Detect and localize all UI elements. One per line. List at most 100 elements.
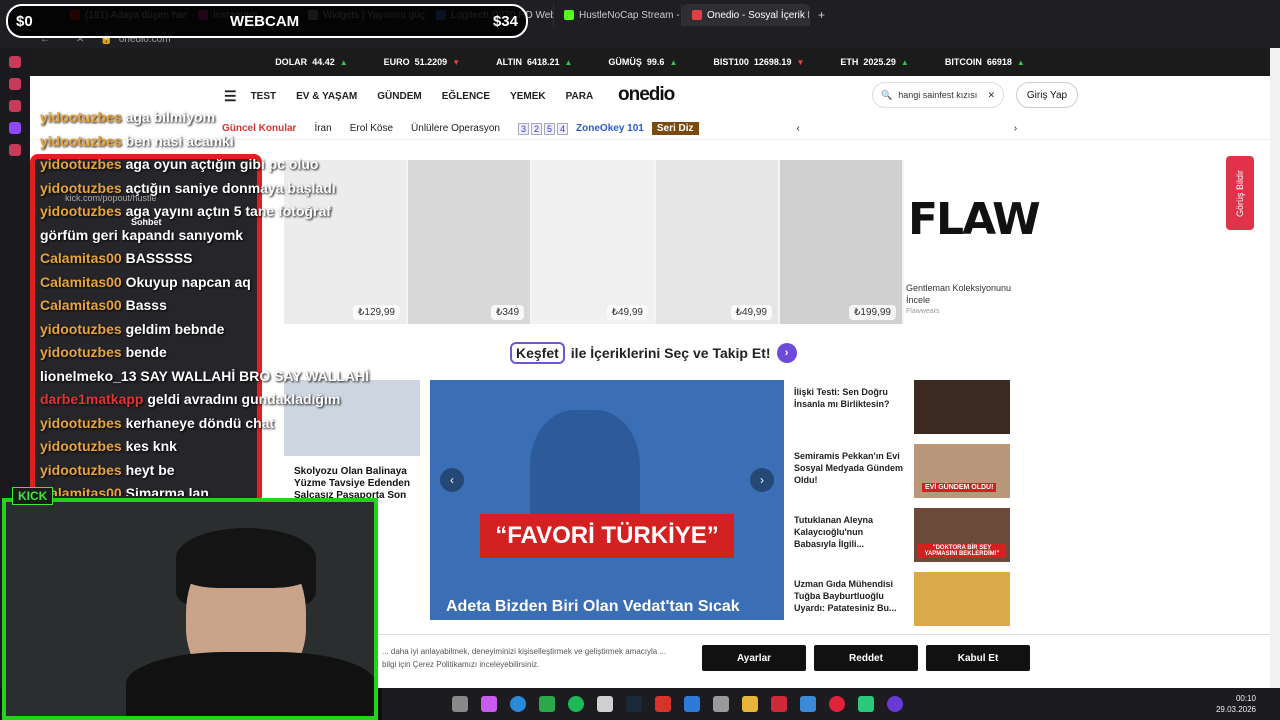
topic-seri-diz[interactable]: Seri Diz (651, 122, 699, 135)
taskbar-app-icon[interactable] (684, 696, 700, 712)
sidebar-app-icon[interactable] (9, 144, 21, 156)
kick-logo: KICK (12, 487, 54, 505)
chat-username[interactable]: lionelmeko_13 (40, 368, 137, 384)
taskbar-app-icon[interactable] (771, 696, 787, 712)
side-article[interactable]: İlişki Testi: Sen Doğru İnsanla mı Birli… (794, 380, 1016, 434)
search-input[interactable]: hangi sainfest kızısı (898, 90, 977, 100)
kesfet-banner[interactable]: Keşfet ile İçeriklerini Seç ve Takip Et!… (510, 342, 797, 364)
ad-cta-sub: Flawwears (906, 308, 940, 315)
opera-icon[interactable] (829, 696, 845, 712)
taskbar-app-icon[interactable] (858, 696, 874, 712)
chat-username[interactable]: Calamitas00 (40, 274, 122, 290)
ticker-value: 44.42 (312, 57, 335, 67)
nav-link[interactable]: TEST (251, 91, 277, 102)
chat-text: aga oyun açtığın gibi pc oluo (125, 156, 319, 172)
ticker-item[interactable]: EURO 51.2209 ▼ (384, 57, 460, 67)
browser-tab[interactable]: HustleNoCap Stream - Wa (554, 4, 682, 26)
chat-message: yidootuzbes kes knk (40, 435, 400, 459)
ticker-item[interactable]: BIST100 12698.19 ▼ (713, 57, 804, 67)
page-scrollbar[interactable] (1270, 48, 1280, 688)
chat-username[interactable]: darbe1matkapp (40, 391, 143, 407)
spotify-icon[interactable] (568, 696, 584, 712)
ticker-item[interactable]: DOLAR 44.42 ▲ (275, 57, 347, 67)
ad-cta-title: Gentleman Koleksiyonunu İncele (906, 283, 1012, 305)
prev-slide-icon[interactable]: ‹ (440, 468, 464, 492)
ticker-item[interactable]: ETH 2025.29 ▲ (840, 57, 908, 67)
sidebar-app-icon[interactable] (9, 100, 21, 112)
nav-link[interactable]: PARA (566, 91, 594, 102)
side-article[interactable]: Uzman Gıda Mühendisi Tuğba Bayburtluoğlu… (794, 572, 1016, 626)
chat-username[interactable]: Calamitas00 (40, 297, 122, 313)
search-box[interactable]: 🔍 hangi sainfest kızısı ✕ (872, 82, 1004, 108)
cookie-settings-button[interactable]: Ayarlar (702, 645, 806, 671)
ad-product-jewelry[interactable]: ₺199,99 (780, 160, 902, 324)
ad-product-glasses[interactable]: ₺349 (408, 160, 530, 324)
xbox-icon[interactable] (539, 696, 555, 712)
taskbar-app-icon[interactable] (887, 696, 903, 712)
taskbar-app-icon[interactable] (481, 696, 497, 712)
taskbar-app-icon[interactable] (800, 696, 816, 712)
next-topics-icon[interactable]: › (1014, 123, 1017, 134)
ad-cta[interactable]: FLAW Gentleman Koleksiyonunu İncele Flaw… (904, 160, 1041, 324)
edge-icon[interactable] (510, 696, 526, 712)
hero-slider[interactable]: “FAVORİ TÜRKİYE” Adeta Bizden Biri Olan … (430, 380, 784, 620)
login-button[interactable]: Giriş Yap (1016, 82, 1078, 108)
steam-icon[interactable] (626, 696, 642, 712)
chat-username[interactable]: Calamitas00 (40, 250, 122, 266)
side-article[interactable]: Semiramis Pekkan'ın Evi Sosyal Medyada G… (794, 444, 1016, 498)
ticker-name: GÜMÜŞ (608, 57, 642, 67)
feedback-button[interactable]: Görüş Bildir (1226, 156, 1254, 230)
chat-username[interactable]: yidootuzbes (40, 415, 122, 431)
ticker-item[interactable]: BITCOIN 66918 ▲ (945, 57, 1025, 67)
prev-topics-icon[interactable]: ‹ (797, 123, 800, 134)
chat-username[interactable]: yidootuzbes (40, 156, 122, 172)
chat-username[interactable]: yidootuzbes (40, 203, 122, 219)
clear-search-icon[interactable]: ✕ (987, 90, 995, 101)
file-explorer-icon[interactable] (742, 696, 758, 712)
ad-product-socks[interactable]: ₺49,99 (656, 160, 778, 324)
kesfet-arrow-icon[interactable]: › (776, 343, 797, 363)
menu-icon[interactable]: ☰ (224, 88, 237, 105)
nav-link[interactable]: EĞLENCE (442, 91, 490, 102)
zone-digit: 2 (531, 122, 543, 135)
ticker-item[interactable]: ALTIN 6418.21 ▲ (496, 57, 572, 67)
chat-username[interactable]: yidootuzbes (40, 344, 122, 360)
cookie-accept-button[interactable]: Kabul Et (926, 645, 1030, 671)
site-logo[interactable]: onedio (618, 84, 675, 106)
taskbar-app-icon[interactable] (597, 696, 613, 712)
settings-icon[interactable] (713, 696, 729, 712)
topic-operasyon[interactable]: Ünlülere Operasyon (411, 123, 500, 134)
chat-username[interactable]: yidootuzbes (40, 438, 122, 454)
chat-message: Calamitas00 Okuyup napcan aq (40, 271, 400, 295)
chat-message: yidootuzbes kerhaneye döndü chat (40, 412, 400, 436)
chat-username[interactable]: yidootuzbes (40, 133, 122, 149)
next-slide-icon[interactable]: › (750, 468, 774, 492)
ticker-item[interactable]: GÜMÜŞ 99.6 ▲ (608, 57, 677, 67)
sidebar-app-icon[interactable] (9, 56, 21, 68)
nav-link[interactable]: GÜNDEM (377, 91, 421, 102)
browser-tab[interactable]: Onedio - Sosyal İçerik Plat (682, 4, 810, 26)
webcam-feed (2, 498, 378, 720)
sidebar-app-icon[interactable] (9, 122, 21, 134)
chat-text: görfüm geri kapandı sanıyomk (40, 226, 244, 243)
chat-text: aga bilmiyom (125, 109, 216, 125)
nav-link[interactable]: EV & YAŞAM (296, 91, 357, 102)
chat-username[interactable]: yidootuzbes (40, 180, 122, 196)
cookie-reject-button[interactable]: Reddet (814, 645, 918, 671)
chat-username[interactable]: yidootuzbes (40, 462, 122, 478)
ad-product-socks[interactable]: ₺49,99 (532, 160, 654, 324)
chat-username[interactable]: yidootuzbes (40, 109, 122, 125)
new-tab-button[interactable]: + (818, 8, 825, 22)
side-article[interactable]: Tutuklanan Aleyna Kalaycıoğlu'nun Babası… (794, 508, 1016, 562)
side-article-thumb (914, 572, 1010, 626)
taskbar-app-icon[interactable] (452, 696, 468, 712)
chat-message: Calamitas00 Basss (40, 294, 400, 318)
topic-zoneokey[interactable]: ZoneOkey 101 (576, 123, 644, 134)
taskbar-app-icon[interactable] (655, 696, 671, 712)
ticker-value: 12698.19 (753, 57, 792, 67)
nav-link[interactable]: YEMEK (510, 91, 546, 102)
webcam-label: WEBCAM (230, 13, 300, 30)
sidebar-app-icon[interactable] (9, 78, 21, 90)
chat-username[interactable]: yidootuzbes (40, 321, 122, 337)
system-clock[interactable]: 00:10 29.03.2026 (1216, 693, 1256, 715)
